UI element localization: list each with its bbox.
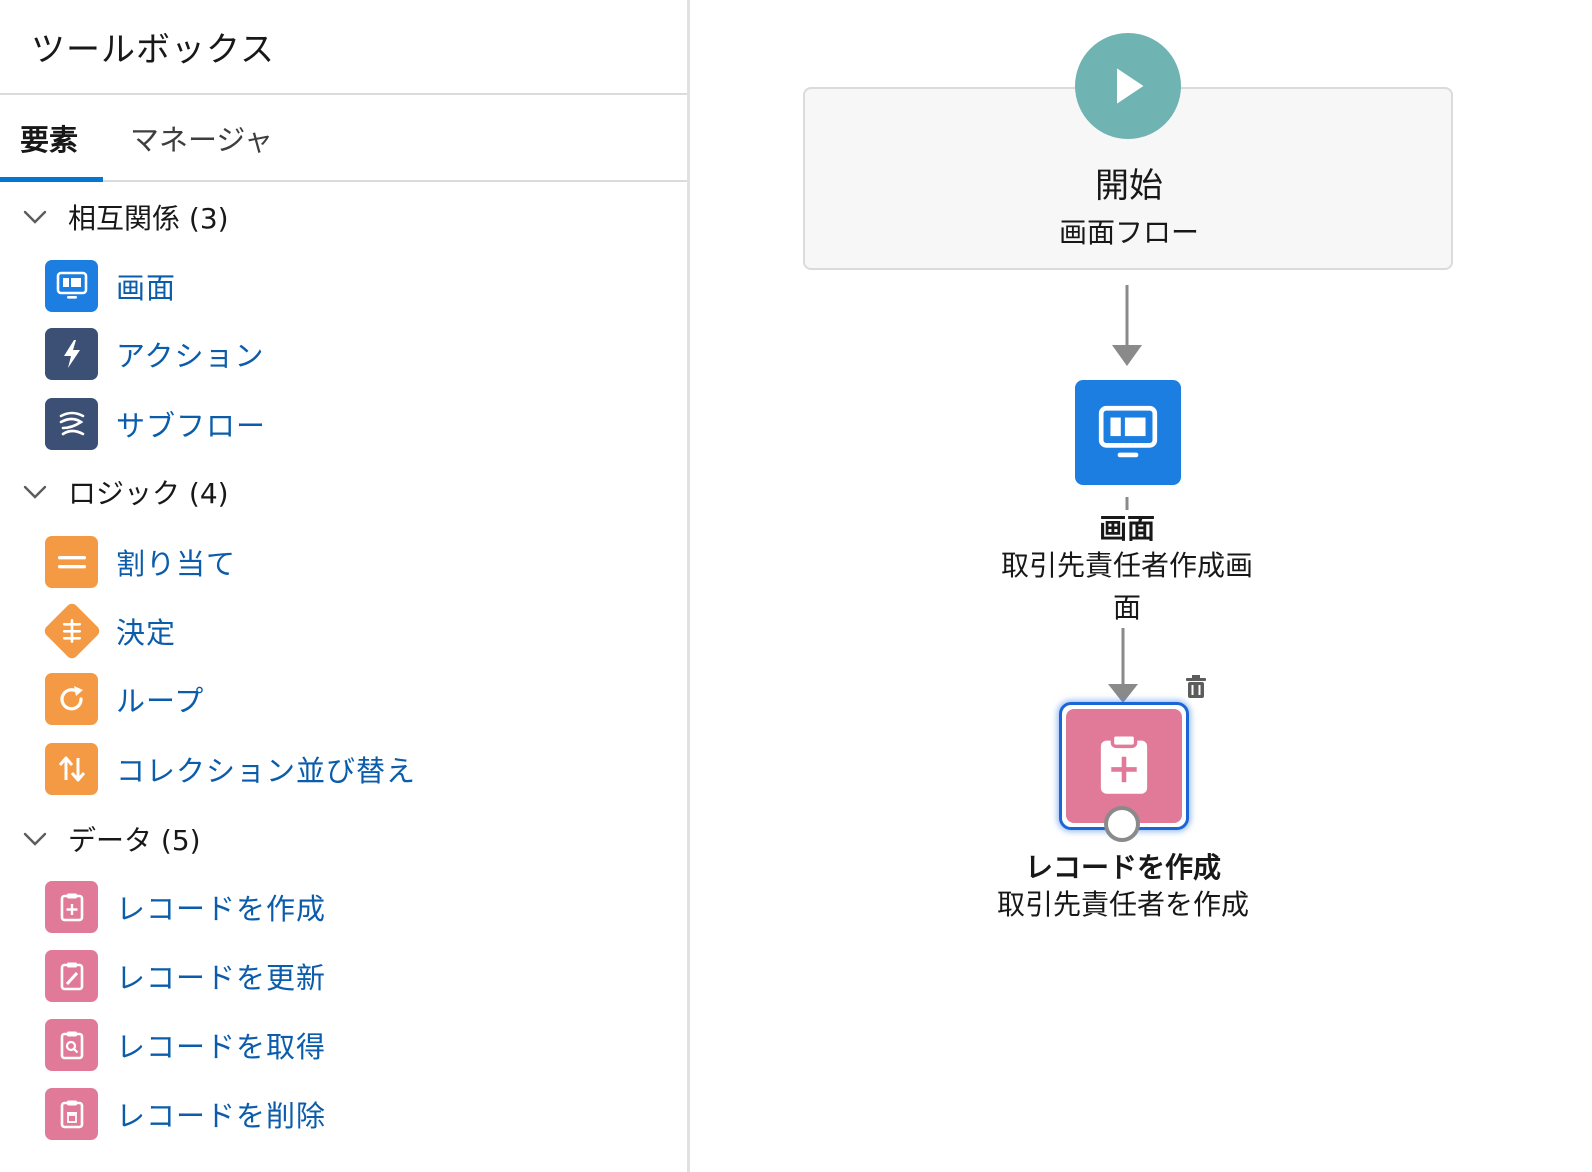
connector-handle[interactable] (1104, 806, 1140, 842)
tool-label: アクション (116, 339, 265, 373)
record-create-icon (45, 881, 98, 933)
chevron-down-icon (23, 210, 47, 224)
tool-label: 画面 (116, 271, 177, 305)
tool-label: ループ (116, 684, 205, 718)
tool-item-get-records[interactable]: レコードを取得 (45, 1019, 326, 1071)
record-delete-icon (45, 1088, 98, 1140)
tab-manager[interactable]: マネージャ (130, 95, 273, 180)
tool-item-assignment[interactable]: 割り当て (45, 536, 236, 588)
tool-item-collection-sort[interactable]: コレクション並び替え (45, 743, 416, 795)
section-logic[interactable]: ロジック (4) (22, 470, 229, 514)
toolbox-panel: ツールボックス 要素 マネージャ 相互関係 (3) 画面 アクション サブフロー… (0, 0, 690, 1172)
start-node-subtitle: 画面フロー (1058, 216, 1199, 249)
subflow-icon (45, 398, 98, 450)
tool-label: レコードを作成 (116, 892, 327, 926)
screen-node-subtitle: 取引先責任者作成画 面 (977, 545, 1277, 629)
tool-item-subflow[interactable]: サブフロー (45, 398, 266, 450)
chevron-down-icon (23, 832, 47, 846)
tool-item-update-record[interactable]: レコードを更新 (45, 950, 326, 1002)
assignment-icon (45, 536, 98, 588)
tool-item-delete-records[interactable]: レコードを削除 (45, 1088, 326, 1140)
screen-node-subtitle-line1: 取引先責任者作成画 (1000, 549, 1253, 582)
screen-icon (1098, 405, 1158, 457)
toolbox-tabs: 要素 マネージャ (0, 95, 687, 182)
sort-icon (45, 743, 98, 795)
tool-item-screen[interactable]: 画面 (45, 260, 176, 312)
trash-icon[interactable] (1182, 673, 1210, 701)
tool-label: レコードを更新 (116, 961, 327, 995)
tool-label: サブフロー (116, 409, 267, 443)
lightning-icon (45, 328, 98, 380)
start-node-title: 開始 (1095, 166, 1163, 206)
section-interaction[interactable]: 相互関係 (3) (22, 195, 229, 239)
play-icon (1117, 68, 1144, 104)
tool-label: レコードを取得 (116, 1030, 327, 1064)
tool-label: 決定 (116, 616, 177, 650)
tool-item-create-record[interactable]: レコードを作成 (45, 881, 326, 933)
start-node[interactable] (1075, 33, 1181, 139)
active-tab-indicator (0, 177, 103, 182)
loop-icon (45, 673, 98, 725)
decision-icon (42, 601, 102, 661)
record-create-icon (1100, 733, 1148, 794)
tab-elements[interactable]: 要素 (20, 95, 78, 180)
create-record-node-title: レコードを作成 (1024, 851, 1221, 884)
screen-node-subtitle-line2: 面 (1112, 591, 1141, 624)
section-data[interactable]: データ (5) (22, 817, 201, 861)
toolbox-title: ツールボックス (31, 30, 275, 70)
record-update-icon (45, 950, 98, 1002)
section-label: 相互関係 (3) (68, 202, 229, 235)
tool-label: コレクション並び替え (116, 754, 417, 788)
tool-item-decision[interactable]: 決定 (42, 601, 177, 661)
chevron-down-icon (23, 485, 47, 499)
screen-icon (45, 260, 98, 312)
screen-node[interactable] (1075, 380, 1181, 485)
screen-node-title: 画面 (1098, 512, 1155, 545)
tool-label: 割り当て (116, 547, 237, 581)
tool-label: レコードを削除 (116, 1099, 327, 1133)
section-label: ロジック (4) (68, 477, 229, 510)
tool-item-action[interactable]: アクション (45, 328, 265, 380)
flow-canvas[interactable]: 開始 画面フロー 画面 取引先責任者作成画 面 レコードを作成 取引先責任者を作… (693, 0, 1592, 1172)
section-label: データ (5) (68, 824, 201, 857)
tool-item-loop[interactable]: ループ (45, 673, 204, 725)
toolbox-header: ツールボックス (0, 0, 687, 95)
record-lookup-icon (45, 1019, 98, 1071)
create-record-node-subtitle: 取引先責任者を作成 (996, 888, 1249, 921)
